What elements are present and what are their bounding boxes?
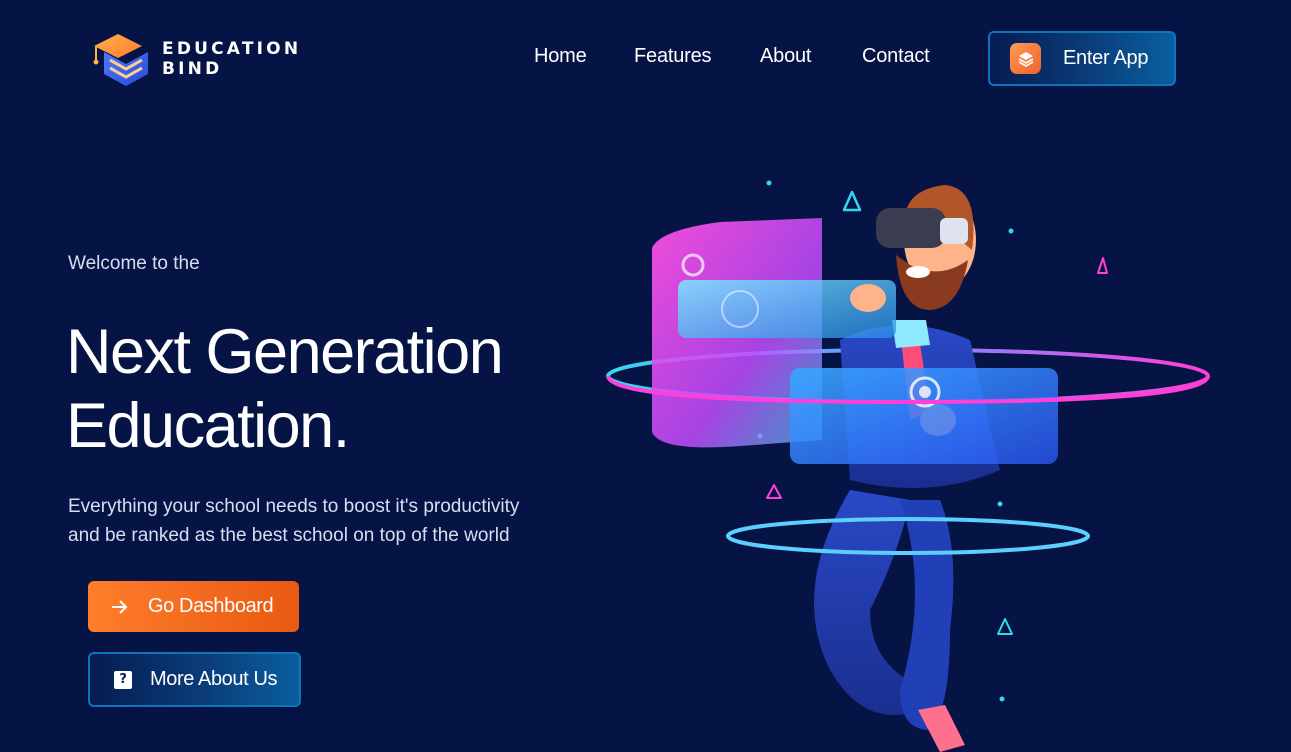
hero-subtext: Everything your school needs to boost it…	[68, 492, 558, 550]
enter-app-button[interactable]: Enter App	[988, 31, 1176, 86]
brand-line2: BIND	[162, 59, 223, 79]
go-dashboard-button[interactable]: Go Dashboard	[88, 581, 299, 632]
brand-name: EDUCATION BIND	[162, 39, 301, 79]
nav-features-link[interactable]: Features	[634, 45, 712, 68]
welcome-text: Welcome to the	[68, 253, 200, 274]
brand-line1: EDUCATION	[162, 39, 302, 59]
go-dashboard-label: Go Dashboard	[148, 595, 274, 617]
subtext-line1: Everything your school needs to boost it…	[68, 496, 520, 517]
graduation-cap-logo-icon	[93, 34, 148, 86]
arrow-right-icon	[112, 599, 128, 614]
question-icon: ?	[114, 670, 132, 689]
hero-headline: Next Generation Education.	[66, 315, 504, 463]
headline-line1: Next Generation	[66, 317, 504, 387]
more-about-us-label: More About Us	[150, 668, 278, 690]
nav-about-link[interactable]: About	[760, 45, 811, 68]
more-about-us-button[interactable]: ? More About Us	[88, 652, 301, 707]
brand-logo[interactable]: EDUCATION BIND	[90, 28, 301, 90]
headline-line2: Education.	[66, 391, 350, 461]
nav-home-link[interactable]: Home	[534, 45, 587, 68]
subtext-line2: and be ranked as the best school on top …	[68, 525, 510, 546]
vr-person-illustration	[606, 180, 1210, 752]
layers-icon	[1010, 43, 1041, 74]
enter-app-label: Enter App	[1063, 47, 1149, 69]
nav-contact-link[interactable]: Contact	[862, 45, 930, 68]
